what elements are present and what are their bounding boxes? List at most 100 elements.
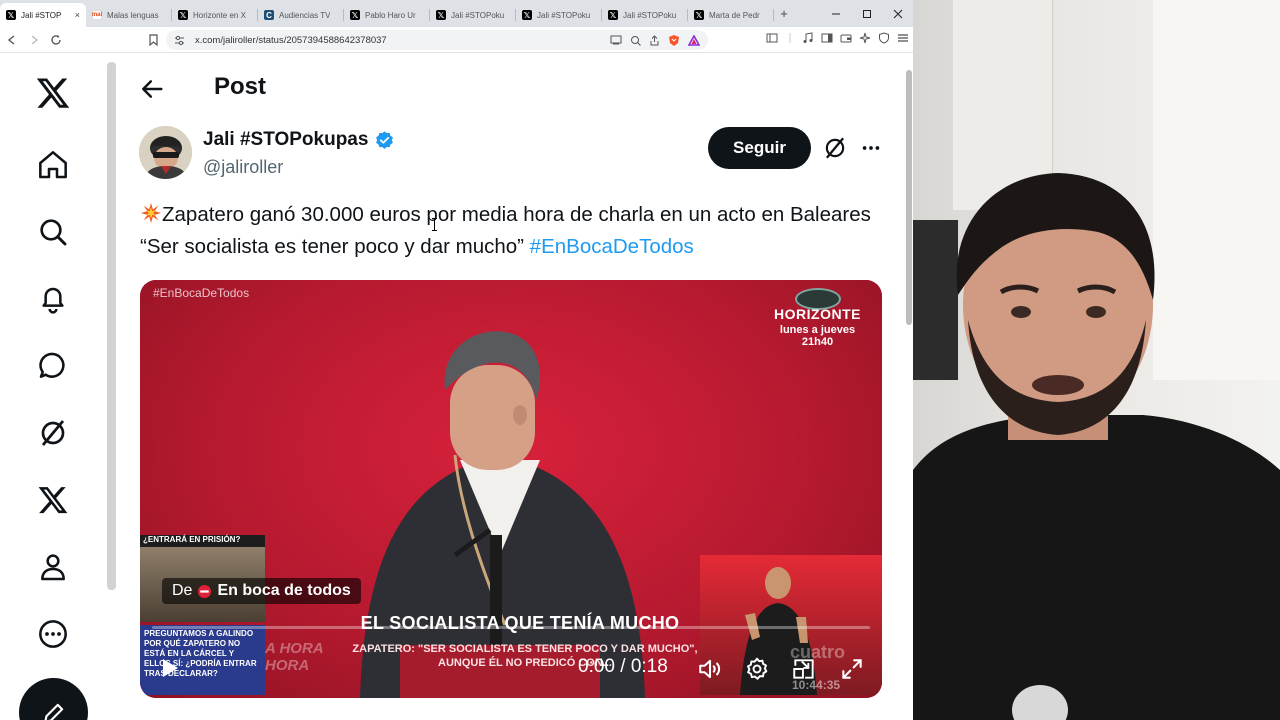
c-favicon-icon: C	[264, 10, 274, 20]
forward-nav-button[interactable]	[23, 29, 45, 51]
wallet-icon[interactable]	[840, 32, 852, 44]
maximize-icon	[862, 9, 871, 18]
compose-post-button[interactable]	[19, 678, 88, 720]
url-text: x.com/jaliroller/status/2057394588642378…	[195, 34, 387, 46]
chat-bubble-icon	[39, 352, 65, 378]
brave-shield-icon[interactable]	[668, 34, 680, 47]
follow-button[interactable]: Seguir	[708, 127, 811, 169]
avatar[interactable]	[139, 126, 192, 179]
cast-icon[interactable]	[610, 35, 622, 45]
reload-icon	[51, 34, 61, 45]
nav-grok[interactable]	[33, 413, 73, 453]
x-logo-icon	[36, 78, 70, 108]
collision-emoji-icon	[140, 202, 162, 224]
browser-tab[interactable]: 𝕏 Horizonte en X	[172, 3, 258, 27]
maximize-button[interactable]	[851, 0, 882, 27]
author-handle[interactable]: @jaliroller	[203, 157, 283, 178]
nav-home[interactable]	[33, 145, 73, 185]
sidebar-panel-icon[interactable]	[766, 32, 778, 44]
url-actions	[610, 34, 700, 47]
address-bar: x.com/jaliroller/status/2057394588642378…	[0, 27, 913, 53]
nav-premium[interactable]	[33, 480, 73, 520]
tab-close-icon[interactable]: ×	[75, 10, 80, 20]
close-window-button[interactable]	[882, 0, 913, 27]
page-title: Post	[214, 73, 267, 100]
nav-profile[interactable]	[33, 547, 73, 587]
volume-icon[interactable]	[697, 656, 723, 682]
zoom-icon[interactable]	[630, 35, 641, 46]
settings-gear-icon[interactable]	[744, 656, 770, 682]
verified-badge-icon[interactable]	[374, 130, 395, 151]
video-headline: EL SOCIALISTA QUE TENÍA MUCHO	[360, 613, 680, 633]
picture-in-picture-icon[interactable]	[791, 656, 817, 682]
bookmark-button[interactable]	[142, 29, 164, 51]
avatar-image	[139, 126, 192, 179]
sparkle-icon[interactable]	[859, 32, 871, 44]
author-name-row[interactable]: Jali #STOPokupas	[203, 129, 395, 151]
video-source-attribution[interactable]: De En boca de todos	[162, 578, 361, 604]
new-tab-button[interactable]: +	[774, 3, 794, 27]
extension-icons	[766, 32, 909, 44]
browser-tab[interactable]: 𝕏 Jali #STOP ×	[0, 3, 86, 27]
fullscreen-icon[interactable]	[839, 656, 865, 682]
separator-icon	[789, 33, 791, 43]
tab-bar: 𝕏 Jali #STOP × mal Malas lenguas 𝕏 Horizonte e…	[0, 0, 913, 27]
browser-tab-label: Jali #STOPoku	[623, 10, 677, 20]
site-settings-icon	[175, 35, 184, 45]
no-entry-icon	[198, 584, 212, 598]
side-panel-label: ¿ENTRARÁ EN PRISIÓN?	[140, 535, 265, 547]
close-icon	[893, 9, 902, 18]
post-column: Post Jali #STOPokupas @jaliroller Seguir…	[120, 53, 903, 720]
browser-tab-label: Jali #STOPoku	[537, 10, 591, 20]
url-field[interactable]: x.com/jaliroller/status/2057394588642378…	[166, 30, 708, 50]
nav-notifications[interactable]	[33, 279, 73, 319]
x-favicon-icon: 𝕏	[436, 10, 446, 20]
chevron-left-icon	[7, 34, 15, 45]
source-prefix: De	[172, 582, 193, 599]
video-player[interactable]: #EnBocaDeTodos HORIZONTE lunes a jueves …	[140, 280, 882, 698]
sidebar-scrollbar[interactable]	[107, 62, 116, 590]
minimize-button[interactable]	[820, 0, 851, 27]
play-icon[interactable]	[158, 656, 182, 680]
author-display-name[interactable]: Jali #STOPokupas	[203, 129, 368, 151]
grok-icon[interactable]	[822, 135, 848, 161]
browser-tab[interactable]: 𝕏 Jali #STOPoku	[602, 3, 688, 27]
x-logo-link[interactable]	[31, 71, 75, 115]
back-arrow-icon[interactable]	[138, 75, 166, 103]
nav-explore[interactable]	[33, 212, 73, 252]
vpn-shield-icon[interactable]	[878, 32, 890, 44]
video-overlay-tag: #EnBocaDeTodos	[153, 286, 250, 300]
bell-icon	[42, 287, 64, 314]
x-favicon-icon: 𝕏	[6, 10, 16, 20]
more-options-icon[interactable]	[860, 137, 882, 159]
browser-tab-label: Audiencias TV	[279, 10, 331, 20]
browser-tab[interactable]: 𝕏 Jali #STOPoku	[430, 3, 516, 27]
share-icon[interactable]	[649, 34, 660, 46]
x-premium-icon	[38, 487, 68, 514]
reader-icon[interactable]	[821, 32, 833, 44]
page-scrollbar[interactable]	[906, 70, 912, 325]
rewards-triangle-icon[interactable]	[688, 34, 700, 46]
menu-icon[interactable]	[897, 32, 909, 44]
video-time: 0:00 / 0:18	[578, 656, 668, 677]
browser-tab[interactable]: mal Malas lenguas	[86, 3, 172, 27]
browser-tab[interactable]: C Audiencias TV	[258, 3, 344, 27]
browser-tab[interactable]: 𝕏 Jali #STOPoku	[516, 3, 602, 27]
browser-tab-label: Malas lenguas	[107, 10, 159, 20]
nav-more[interactable]	[33, 614, 73, 654]
source-name: En boca de todos	[217, 582, 351, 599]
user-icon	[41, 554, 65, 581]
music-note-icon[interactable]	[802, 32, 814, 44]
video-progress-bar[interactable]	[152, 626, 870, 629]
webcam-overlay	[913, 0, 1280, 720]
post-text: Zapatero ganó 30.000 euros por media hor…	[140, 199, 900, 263]
browser-tab[interactable]: 𝕏 Pablo Haro Ur	[344, 3, 430, 27]
hashtag-link[interactable]: #EnBocaDeTodos	[530, 235, 694, 258]
reload-button[interactable]	[45, 29, 67, 51]
more-circle-icon	[39, 620, 67, 648]
browser-tab[interactable]: 𝕏 Marta de Pedr	[688, 3, 774, 27]
back-nav-button[interactable]	[1, 29, 23, 51]
nav-messages[interactable]	[33, 346, 73, 386]
x-favicon-icon: 𝕏	[178, 10, 188, 20]
post-body-text: Zapatero ganó 30.000 euros por media hor…	[140, 203, 871, 258]
